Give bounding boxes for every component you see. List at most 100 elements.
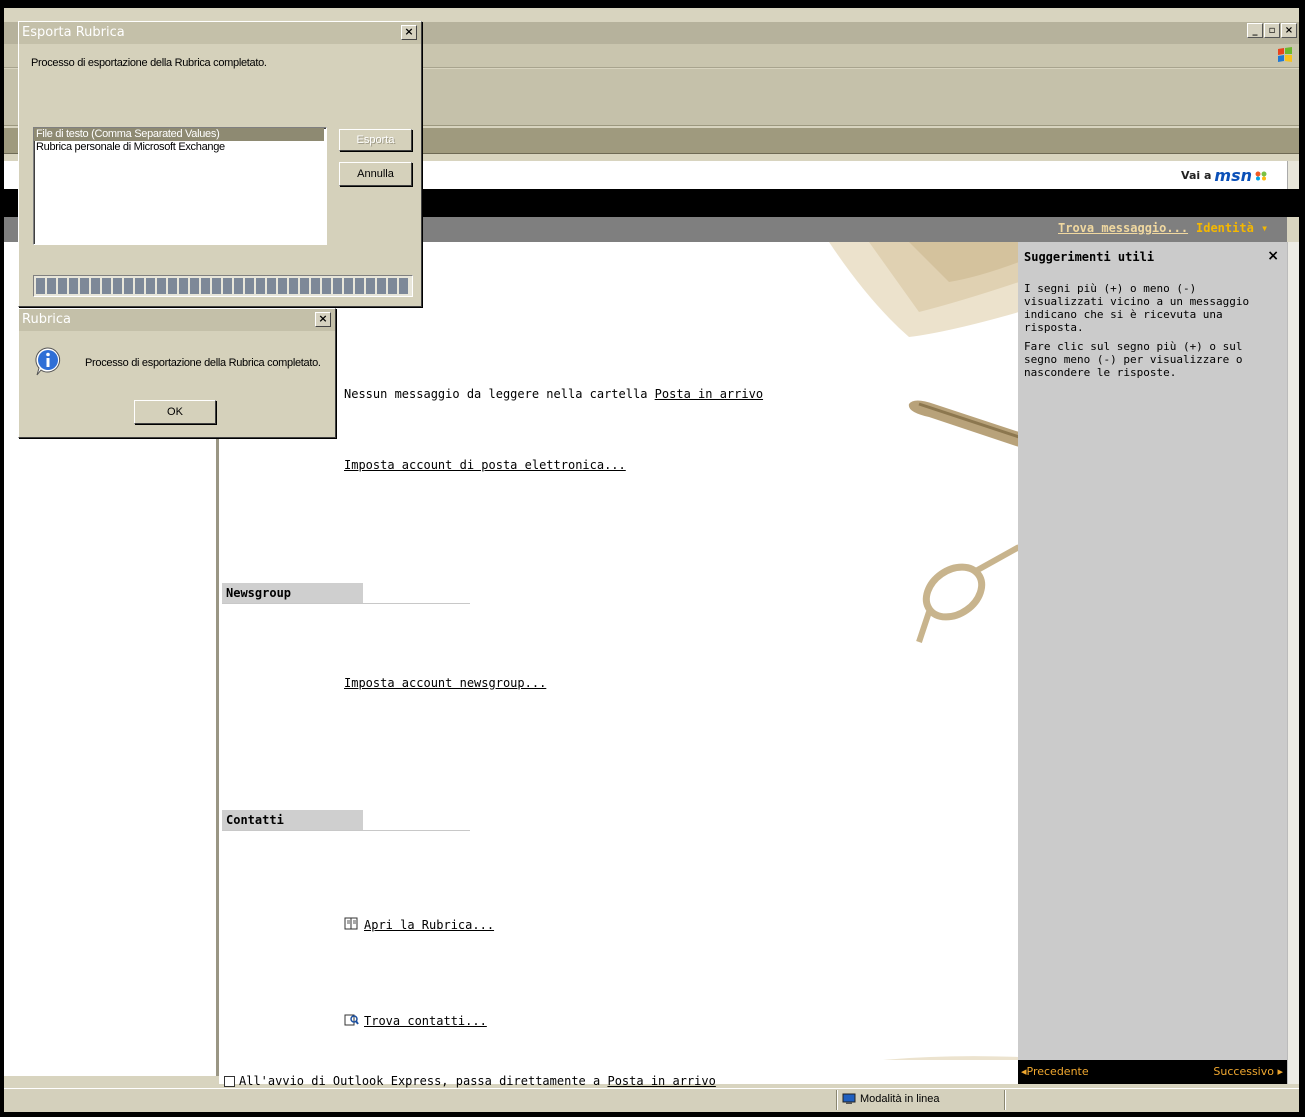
progress-block — [157, 278, 166, 294]
startup-inbox-checkbox[interactable] — [224, 1075, 235, 1087]
tips-close-icon[interactable]: × — [1267, 248, 1279, 264]
info-dialog-title: Rubrica — [19, 309, 335, 331]
progress-block — [69, 278, 78, 294]
export-button[interactable]: Esporta — [339, 129, 412, 151]
setup-mail-account-link[interactable]: Imposta account di posta elettronica... — [344, 458, 626, 472]
progress-block — [135, 278, 144, 294]
export-dialog-close-button[interactable]: × — [401, 25, 417, 40]
progress-block — [58, 278, 67, 294]
progress-block — [234, 278, 243, 294]
go-to-label: Vai a — [1181, 169, 1212, 182]
progress-block — [223, 278, 232, 294]
progress-block — [388, 278, 397, 294]
address-book-info-dialog: Rubrica × Processo di esportazione della… — [18, 308, 336, 438]
export-format-list[interactable]: File di testo (Comma Separated Values) R… — [33, 127, 327, 245]
export-status-message: Processo di esportazione della Rubrica c… — [31, 57, 267, 69]
address-book-icon — [344, 917, 358, 930]
ok-button[interactable]: OK — [134, 400, 216, 424]
start-page-content: Nessun messaggio da leggere nella cartel… — [219, 242, 1018, 1076]
export-progress-bar — [33, 275, 413, 297]
progress-block — [80, 278, 89, 294]
msn-butterfly-icon — [1255, 171, 1267, 180]
progress-block — [201, 278, 210, 294]
progress-block — [124, 278, 133, 294]
tip-paragraph-2: Fare clic sul segno più (+) o sul segno … — [1024, 340, 1243, 379]
newsgroup-section-header: Newsgroup — [222, 583, 363, 603]
progress-block — [190, 278, 199, 294]
window-controls: _ ▫ × — [1247, 23, 1297, 38]
progress-block — [146, 278, 155, 294]
progress-block — [322, 278, 331, 294]
export-dialog-title: Esporta Rubrica — [19, 22, 421, 44]
inbox-link[interactable]: Posta in arrivo — [655, 387, 763, 401]
progress-block — [377, 278, 386, 294]
find-contacts-link[interactable]: Trova contatti... — [364, 1014, 487, 1028]
status-separator — [836, 1090, 838, 1110]
progress-block — [91, 278, 100, 294]
no-unread-message: Nessun messaggio da leggere nella cartel… — [344, 387, 763, 401]
progress-block — [256, 278, 265, 294]
progress-block — [399, 278, 408, 294]
progress-block — [179, 278, 188, 294]
find-contacts-icon — [344, 1014, 359, 1026]
progress-block — [300, 278, 309, 294]
format-option-csv[interactable]: File di testo (Comma Separated Values) — [34, 128, 324, 141]
section-divider — [222, 603, 470, 604]
startup-inbox-option[interactable]: All'avvio di Outlook Express, passa dire… — [224, 1074, 716, 1088]
progress-block — [113, 278, 122, 294]
content-scrollbar[interactable] — [1287, 242, 1299, 1084]
tips-pane: Suggerimenti utili × I segni più (+) o m… — [1018, 242, 1287, 1060]
outlook-express-window: _ ▫ × Vai a msn Trova messaggio... Ident… — [4, 8, 1299, 1112]
identities-menu[interactable]: Identità ▾ — [1196, 221, 1268, 235]
open-address-book-link[interactable]: Apri la Rubrica... — [364, 918, 494, 932]
progress-block — [267, 278, 276, 294]
glasses-decoration — [916, 544, 1018, 643]
papers-decoration — [829, 242, 1018, 337]
section-divider — [222, 830, 470, 831]
open-address-book-row[interactable]: Apri la Rubrica... — [344, 917, 494, 932]
progress-block — [278, 278, 287, 294]
progress-block — [311, 278, 320, 294]
progress-block — [366, 278, 375, 294]
progress-block — [289, 278, 298, 294]
pen-decoration — [908, 400, 1018, 447]
startup-option-inbox: Posta in arrivo — [607, 1074, 716, 1088]
no-unread-text: Nessun messaggio da leggere nella cartel… — [344, 387, 655, 401]
progress-block — [36, 278, 45, 294]
previous-tip-button[interactable]: ◂Precedente — [1021, 1065, 1089, 1078]
minimize-button[interactable]: _ — [1247, 23, 1263, 38]
progress-block — [47, 278, 56, 294]
progress-block — [344, 278, 353, 294]
windows-logo-icon — [1278, 47, 1292, 62]
contacts-section-header: Contatti — [222, 810, 363, 830]
msn-logo: msn — [1214, 166, 1252, 185]
find-contacts-row[interactable]: Trova contatti... — [344, 1013, 487, 1028]
export-address-book-dialog: Esporta Rubrica × Processo di esportazio… — [18, 21, 422, 307]
progress-block — [102, 278, 111, 294]
progress-block — [355, 278, 364, 294]
info-dialog-message: Processo di esportazione della Rubrica c… — [85, 357, 321, 369]
progress-block — [168, 278, 177, 294]
maximize-button[interactable]: ▫ — [1264, 23, 1280, 38]
status-separator — [1004, 1090, 1006, 1110]
progress-block — [245, 278, 254, 294]
information-icon — [35, 347, 61, 376]
setup-news-account-link[interactable]: Imposta account newsgroup... — [344, 676, 546, 690]
go-to-msn-link[interactable]: Vai a msn — [1181, 166, 1267, 185]
tips-title: Suggerimenti utili — [1024, 250, 1155, 264]
computer-online-icon — [842, 1093, 856, 1104]
info-dialog-close-button[interactable]: × — [315, 312, 331, 327]
cancel-button[interactable]: Annulla — [339, 162, 412, 186]
close-button[interactable]: × — [1281, 23, 1297, 38]
startup-option-text: All'avvio di Outlook Express, passa dire… — [239, 1074, 608, 1088]
tips-navigation: ◂Precedente Successivo ▸ — [1018, 1060, 1287, 1084]
msn-scroll[interactable] — [1287, 161, 1299, 189]
progress-block — [212, 278, 221, 294]
find-message-link[interactable]: Trova messaggio... — [1058, 221, 1188, 235]
online-status: Modalità in linea — [842, 1093, 940, 1105]
tip-paragraph-1: I segni più (+) o meno (-) visualizzati … — [1024, 282, 1250, 334]
status-bar — [4, 1088, 1299, 1112]
startup-option-label: All'avvio di Outlook Express, passa dire… — [239, 1074, 716, 1088]
next-tip-button[interactable]: Successivo ▸ — [1213, 1065, 1283, 1078]
format-option-exchange[interactable]: Rubrica personale di Microsoft Exchange — [34, 141, 326, 154]
